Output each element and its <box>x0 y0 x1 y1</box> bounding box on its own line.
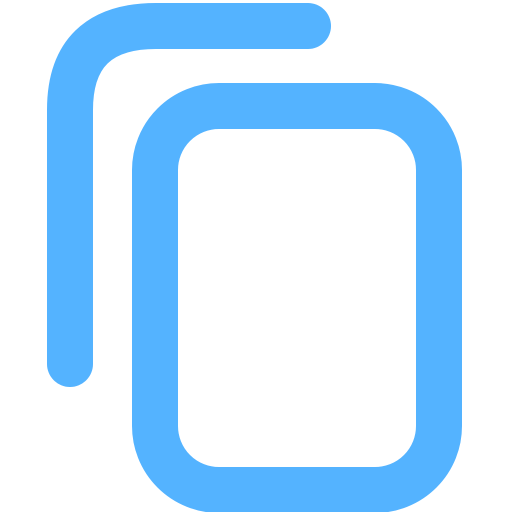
copy-back-sheet <box>47 3 331 387</box>
copy-front-sheet <box>132 83 462 512</box>
icon-canvas <box>0 0 512 512</box>
copy-icon[interactable] <box>0 0 512 512</box>
